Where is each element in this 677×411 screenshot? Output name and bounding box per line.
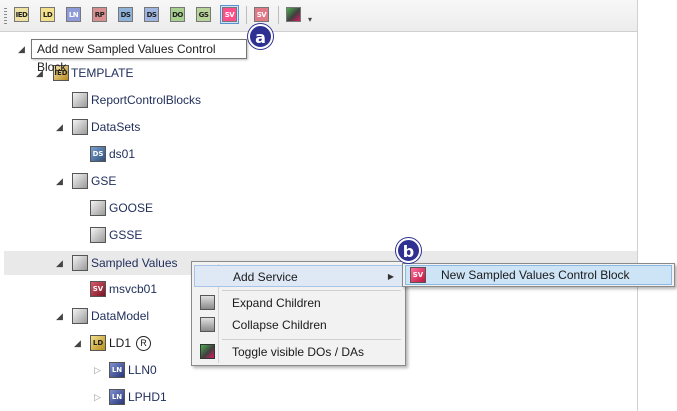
sv-member-icon: SV [254, 7, 269, 22]
menu-item-expand-children[interactable]: Expand Children [194, 292, 403, 314]
collapse-arrow-icon[interactable]: ◢ [18, 37, 25, 61]
tree-item-ds01[interactable]: DS ds01 [0, 142, 637, 166]
toolbar-grip[interactable] [4, 8, 7, 24]
menu-label-expand-children: Expand Children [232, 296, 321, 310]
sampled-values-add-icon: SV [410, 267, 426, 283]
menu-item-add-service[interactable]: Add Service ▶ [194, 265, 403, 287]
tree-label-data-model: DataModel [91, 309, 150, 323]
context-menu: Add Service ▶ Expand Children Collapse C… [191, 261, 406, 366]
sampled-values-icon: SV [90, 281, 106, 297]
callout-badge-b: b [396, 238, 421, 263]
toolbar-separator-2 [278, 6, 279, 24]
add-ln-button[interactable]: LN [64, 5, 83, 24]
expand-children-icon [200, 295, 215, 310]
add-ied-button[interactable]: IED [12, 5, 31, 24]
add-gse-button[interactable]: GS [194, 5, 213, 24]
tree-label-ld1: LD1 R [109, 331, 152, 355]
tree-item-datasets[interactable]: ◢ DataSets [0, 115, 637, 139]
toolbar: IED LD LN RP DS DS DO GS SV SV ▾ [0, 0, 637, 32]
tree-label-msvcb01: msvcb01 [109, 282, 158, 296]
toolbar-overflow-icon[interactable]: ▾ [308, 15, 312, 24]
registered-mark-icon: R [136, 336, 152, 352]
add-do-button[interactable]: DO [168, 5, 187, 24]
callout-badge-a: a [248, 24, 273, 49]
ld-icon: LD [40, 7, 55, 22]
tree-label-ds01: ds01 [109, 147, 136, 161]
ln-icon: LN [66, 7, 81, 22]
do-icon: DO [170, 7, 185, 22]
folder-icon [72, 92, 88, 108]
toggle-visible-icon [200, 344, 215, 359]
tree-label-lln0: LLN0 [128, 363, 157, 377]
folder-icon [90, 227, 106, 243]
tree-label-goose: GOOSE [109, 201, 154, 215]
tree-item-template[interactable]: ◢ IED TEMPLATE [0, 61, 637, 85]
logical-node-icon: LN [109, 389, 125, 405]
report-icon: RP [92, 7, 107, 22]
collapse-arrow-icon[interactable]: ◢ [56, 169, 63, 193]
dataset-icon: DS [118, 7, 133, 22]
toolbar-tooltip: Add new Sampled Values Control Block [31, 39, 247, 74]
menu-item-new-sampled-values-control-block[interactable]: SV New Sampled Values Control Block [405, 265, 672, 285]
tree-label-gse: GSE [91, 174, 117, 188]
collapse-children-icon [200, 317, 215, 332]
toggle-visible-icon [286, 7, 301, 22]
tree-label-datasets: DataSets [91, 120, 141, 134]
add-sampled-values-button[interactable]: SV [220, 5, 239, 24]
expand-arrow-icon[interactable]: ▷ [94, 358, 101, 382]
add-service-submenu: SV New Sampled Values Control Block [402, 263, 675, 287]
expand-arrow-icon[interactable]: ▷ [94, 385, 101, 409]
menu-label-collapse-children: Collapse Children [232, 318, 327, 332]
tree-item-gsse[interactable]: GSSE [0, 223, 637, 247]
menu-item-toggle-visible[interactable]: Toggle visible DOs / DAs [194, 341, 403, 363]
collapse-arrow-icon[interactable]: ◢ [56, 115, 63, 139]
tree-item-gse[interactable]: ◢ GSE [0, 169, 637, 193]
tree-label-template: TEMPLATE [71, 66, 134, 80]
tree-label-gsse: GSSE [109, 228, 143, 242]
tree-label-sampled-values: Sampled Values [91, 256, 178, 270]
menu-separator [222, 290, 401, 291]
add-dataset-button[interactable]: DS [116, 5, 135, 24]
ld1-name: LD1 [109, 336, 132, 350]
toggle-visible-button[interactable] [284, 5, 303, 24]
tree-label-lphd1: LPHD1 [128, 390, 167, 404]
sampled-values-icon: SV [222, 7, 237, 22]
menu-label-toggle-visible: Toggle visible DOs / DAs [232, 345, 365, 359]
menu-label-add-service: Add Service [233, 270, 298, 284]
folder-icon [72, 308, 88, 324]
menu-item-collapse-children[interactable]: Collapse Children [194, 314, 403, 336]
collapse-arrow-icon[interactable]: ◢ [56, 304, 63, 328]
tree-item-report-control-blocks[interactable]: ReportControlBlocks [0, 88, 637, 112]
gse-icon: GS [196, 7, 211, 22]
collapse-arrow-icon[interactable]: ◢ [56, 251, 63, 275]
submenu-arrow-icon: ▶ [387, 272, 394, 281]
add-report-button[interactable]: RP [90, 5, 109, 24]
dataset-member-icon: DS [144, 7, 159, 22]
logical-device-icon: LD [90, 335, 106, 351]
dataset-icon: DS [90, 146, 106, 162]
menu-label-new-sampled-values: New Sampled Values Control Block [441, 268, 630, 282]
add-sv-member-button[interactable]: SV [252, 5, 271, 24]
collapse-arrow-icon[interactable]: ◢ [74, 331, 81, 355]
tree-item-goose[interactable]: GOOSE [0, 196, 637, 220]
ied-icon: IED [14, 7, 29, 22]
folder-icon [72, 255, 88, 271]
toolbar-separator [246, 6, 247, 24]
logical-node-icon: LN [109, 362, 125, 378]
folder-icon [90, 200, 106, 216]
tree-item-lphd1[interactable]: ▷ LN LPHD1 [0, 385, 637, 409]
tree-label-report-control-blocks: ReportControlBlocks [91, 93, 202, 107]
folder-icon [72, 119, 88, 135]
menu-separator-2 [222, 339, 401, 340]
add-dataset-member-button[interactable]: DS [142, 5, 161, 24]
folder-icon [72, 173, 88, 189]
add-ld-button[interactable]: LD [38, 5, 57, 24]
